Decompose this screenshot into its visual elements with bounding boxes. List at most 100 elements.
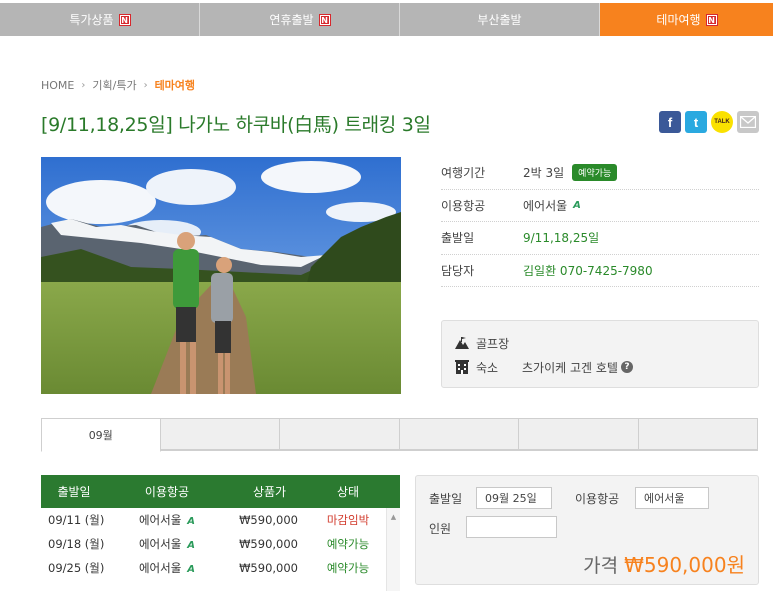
- info-row-airline: 이용항공 에어서울 A: [441, 190, 759, 222]
- hotel-icon: [455, 360, 469, 374]
- manager-value: 김일환 070-7425-7980: [523, 263, 653, 278]
- twitter-icon: t: [693, 114, 699, 130]
- airline-cell: 에어서울 A: [107, 560, 227, 576]
- table-row[interactable]: 09/11 (월) 에어서울 A ₩590,000 마감임박: [41, 508, 400, 532]
- date-cell: 09/11 (월): [48, 513, 105, 527]
- booking-departure-label: 출발일: [429, 492, 463, 506]
- kakaotalk-share-button[interactable]: TALK: [711, 111, 733, 133]
- tab-month-empty[interactable]: [519, 418, 639, 450]
- breadcrumb-current[interactable]: 테마여행: [155, 77, 195, 93]
- tab-month-empty[interactable]: [399, 418, 519, 450]
- status-cell: 예약가능: [326, 561, 370, 575]
- trip-info: 여행기간 2박 3일 예약가능 이용항공 에어서울 A 출발일 9/11,18,…: [441, 157, 759, 287]
- status-cell: 마감임박: [326, 513, 370, 527]
- table-row[interactable]: 09/25 (월) 에어서울 A ₩590,000 예약가능: [41, 556, 400, 580]
- table-header: 출발일 이용항공 상품가 상태: [41, 475, 400, 508]
- facebook-share-button[interactable]: f: [659, 111, 681, 133]
- top-nav: 특가상품 N 연휴출발 N 부산출발 테마여행 N: [0, 3, 773, 36]
- airline-logo-icon: A: [573, 199, 581, 211]
- column-header: 상품가: [252, 485, 287, 499]
- share-buttons: f t TALK: [659, 111, 759, 133]
- breadcrumb-separator: ›: [81, 79, 86, 91]
- column-header: 출발일: [57, 485, 91, 499]
- status-badge: 예약가능: [572, 164, 618, 182]
- departure-value: 9/11,18,25일: [523, 231, 600, 246]
- airline-logo-icon: A: [187, 516, 196, 527]
- golf-label: 골프장: [476, 336, 510, 351]
- tab-month-empty[interactable]: [280, 418, 400, 450]
- breadcrumb-separator: ›: [143, 79, 148, 91]
- airline-logo-icon: A: [187, 564, 196, 575]
- mountain-trekking-image: [41, 157, 401, 394]
- nav-tab-label: 특가상품: [69, 13, 114, 27]
- schedule-table: 출발일 이용항공 상품가 상태 09/11 (월) 에어서울 A ₩590,000…: [41, 475, 400, 591]
- column-header: 상태: [336, 485, 360, 499]
- nav-tab-holiday[interactable]: 연휴출발 N: [200, 3, 400, 36]
- airline-label: 이용항공: [441, 198, 486, 213]
- golf-icon: [455, 337, 469, 349]
- facebook-icon: f: [667, 114, 673, 130]
- price-display: 가격 ₩590,000원: [583, 549, 745, 578]
- product-photo: [41, 157, 401, 394]
- info-row-manager: 담당자 김일환 070-7425-7980: [441, 255, 759, 287]
- table-body: 09/11 (월) 에어서울 A ₩590,000 마감임박 09/18 (월) …: [41, 508, 400, 591]
- help-icon[interactable]: ?: [620, 361, 633, 373]
- airline-text: 에어서울: [138, 513, 182, 527]
- airline-text: 에어서울: [138, 561, 182, 575]
- hotel-name: 츠가이케 고겐 호텔: [522, 360, 618, 375]
- extra-info-box: 골프장 숙소 츠가이케 고겐 호텔 ?: [441, 320, 759, 388]
- airline-cell: 에어서울 A: [107, 536, 227, 552]
- new-badge: N: [318, 13, 331, 26]
- period-value: 2박 3일 예약가능: [523, 164, 618, 182]
- kakaotalk-icon: TALK: [714, 119, 730, 125]
- date-cell: 09/25 (월): [48, 561, 105, 575]
- people-label: 인원: [429, 522, 452, 536]
- info-row-period: 여행기간 2박 3일 예약가능: [441, 157, 759, 190]
- price-cell: ₩590,000: [239, 561, 298, 575]
- price-label: 가격: [583, 555, 619, 577]
- page-title: [9/11,18,25일] 나가노 하쿠바(白馬) 트래킹 3일: [41, 114, 431, 136]
- hotel-row: 숙소 츠가이케 고겐 호텔 ?: [454, 355, 746, 379]
- nav-tab-label: 부산출발: [477, 13, 522, 27]
- nav-tab-theme[interactable]: 테마여행 N: [600, 3, 773, 36]
- golf-row: 골프장: [454, 331, 746, 355]
- nav-tab-label: 테마여행: [656, 13, 701, 27]
- scroll-up-icon[interactable]: ▲: [387, 508, 400, 521]
- airline-text: 에어서울: [138, 537, 182, 551]
- table-row[interactable]: 09/18 (월) 에어서울 A ₩590,000 예약가능: [41, 532, 400, 556]
- twitter-share-button[interactable]: t: [685, 111, 707, 133]
- breadcrumb-home[interactable]: HOME: [41, 79, 74, 92]
- tab-month-empty[interactable]: [638, 418, 758, 450]
- people-input[interactable]: [466, 516, 557, 538]
- envelope-icon: [740, 116, 756, 128]
- table-scrollbar[interactable]: ▲: [386, 508, 400, 591]
- airline-text: 에어서울: [523, 198, 568, 213]
- price-cell: ₩590,000: [239, 513, 298, 527]
- new-badge: N: [705, 13, 718, 26]
- airline-value: 에어서울 A: [523, 197, 581, 214]
- period-text: 2박 3일: [523, 166, 565, 181]
- nav-tab-special[interactable]: 특가상품 N: [0, 3, 200, 36]
- breadcrumb: HOME › 기획/특가 › 테마여행: [41, 77, 195, 93]
- status-cell: 예약가능: [326, 537, 370, 551]
- airline-cell: 에어서울 A: [107, 512, 227, 528]
- booking-airline-label: 이용항공: [575, 492, 620, 506]
- month-tabs: 09월: [41, 418, 758, 452]
- email-share-button[interactable]: [737, 111, 759, 133]
- breadcrumb-middle[interactable]: 기획/특가: [92, 77, 136, 93]
- nav-tab-busan[interactable]: 부산출발: [400, 3, 600, 36]
- hotel-label: 숙소: [476, 360, 499, 375]
- nav-tab-label: 연휴출발: [269, 13, 314, 27]
- departure-date-select[interactable]: 09월 25일: [476, 487, 552, 509]
- manager-label: 담당자: [441, 263, 475, 278]
- new-badge: N: [118, 13, 131, 26]
- booking-box: 출발일 09월 25일 이용항공 에어서울 인원 가격 ₩590,000원: [415, 475, 759, 585]
- price-cell: ₩590,000: [239, 537, 298, 551]
- tab-month-empty[interactable]: [160, 418, 280, 450]
- airline-logo-icon: A: [187, 540, 196, 551]
- tab-month-09[interactable]: 09월: [41, 418, 161, 452]
- airline-select[interactable]: 에어서울: [635, 487, 709, 509]
- period-label: 여행기간: [441, 166, 486, 181]
- date-cell: 09/18 (월): [48, 537, 105, 551]
- hotel-value: 츠가이케 고겐 호텔 ?: [522, 359, 633, 376]
